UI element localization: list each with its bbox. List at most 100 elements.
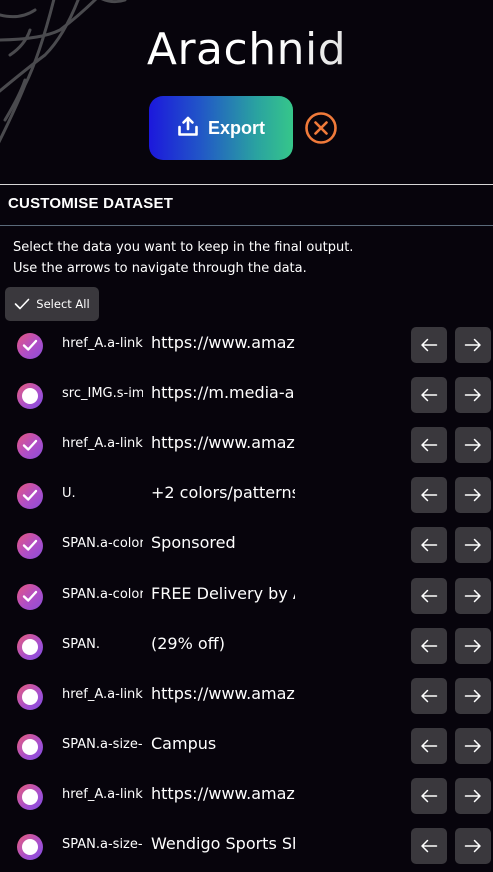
arrow-right-icon (464, 338, 482, 352)
row-checkbox[interactable] (17, 733, 43, 760)
arrow-left-icon (420, 438, 438, 452)
next-button[interactable] (455, 327, 491, 363)
row-value: https://www.amazon.com (151, 333, 295, 352)
divider (0, 184, 493, 185)
arrow-right-icon (464, 639, 482, 653)
dataset-row: SPAN.a-size-base Wendigo Sports Shoes (0, 822, 493, 872)
instruction-line-1: Select the data you want to keep in the … (13, 240, 354, 255)
row-key: SPAN.a-color-base (62, 586, 143, 602)
row-checkbox[interactable] (17, 633, 43, 660)
prev-button[interactable] (411, 577, 447, 614)
row-value: +2 colors/patterns (151, 483, 295, 503)
next-button[interactable] (455, 377, 491, 414)
prev-button[interactable] (411, 477, 447, 514)
next-button[interactable] (455, 527, 491, 564)
prev-button[interactable] (411, 727, 447, 764)
dataset-row: SPAN.a-color-base FREE Delivery by Amazon (0, 572, 493, 622)
row-value: https://www.amazon.com (151, 683, 295, 703)
row-key: SPAN.a-size-base (62, 837, 143, 852)
arrow-right-icon (464, 388, 482, 402)
arrow-left-icon (420, 639, 438, 653)
arrow-left-icon (420, 689, 438, 703)
dataset-row: SPAN.a-color-secondary Sponsored (0, 521, 493, 571)
close-button[interactable] (304, 111, 338, 145)
arrow-left-icon (420, 739, 438, 753)
row-value: (29% off) (151, 633, 225, 653)
arrow-right-icon (464, 488, 482, 502)
select-all-button[interactable]: Select All (5, 287, 99, 321)
arrow-right-icon (464, 689, 482, 703)
row-key: href_A.a-link-normal (62, 336, 143, 351)
row-key: href_A.a-link-normal (62, 686, 143, 702)
close-circle-icon (305, 112, 337, 144)
arrow-left-icon (420, 589, 438, 603)
row-checkbox[interactable] (17, 433, 43, 460)
prev-button[interactable] (411, 627, 447, 664)
section-title: CUSTOMISE DATASET (8, 195, 174, 212)
row-value: Campus (151, 733, 217, 753)
arrow-left-icon (420, 488, 438, 502)
dataset-row: src_IMG.s-image https://m.media-amazon.co… (0, 371, 493, 421)
arrow-left-icon (420, 338, 438, 352)
prev-button[interactable] (411, 677, 447, 714)
select-all-label: Select All (36, 297, 90, 311)
row-value: https://m.media-amazon.com (151, 383, 295, 403)
checkmark-icon (14, 298, 30, 310)
row-checkbox[interactable] (17, 783, 43, 810)
export-button[interactable]: Export (149, 96, 293, 160)
next-button[interactable] (455, 477, 491, 514)
next-button[interactable] (455, 627, 491, 664)
arrow-right-icon (464, 789, 482, 803)
next-button[interactable] (455, 727, 491, 764)
dataset-row: SPAN. (29% off) (0, 622, 493, 672)
next-button[interactable] (455, 777, 491, 814)
next-button[interactable] (455, 828, 491, 864)
row-key: src_IMG.s-image (62, 386, 143, 402)
row-checkbox[interactable] (17, 333, 43, 359)
prev-button[interactable] (411, 828, 447, 864)
app-title: Arachnid (0, 24, 493, 75)
prev-button[interactable] (411, 777, 447, 814)
prev-button[interactable] (411, 377, 447, 414)
row-checkbox[interactable] (17, 533, 43, 560)
divider (0, 225, 493, 226)
export-button-label: Export (207, 117, 265, 138)
arrow-left-icon (420, 538, 438, 552)
dataset-row: href_A.a-link-normal https://www.amazon.c… (0, 672, 493, 722)
row-checkbox[interactable] (17, 583, 43, 610)
spider-web-icon (0, 0, 127, 144)
row-key: href_A.a-link-normal (62, 786, 143, 802)
arrow-right-icon (464, 739, 482, 753)
arrow-right-icon (464, 438, 482, 452)
row-value: Sponsored (151, 533, 236, 553)
dataset-row: href_A.a-link-normal https://www.amazon.c… (0, 321, 493, 371)
arrow-right-icon (464, 589, 482, 603)
dataset-row: SPAN.a-size-base Campus (0, 722, 493, 772)
arrow-left-icon (420, 839, 438, 853)
row-checkbox[interactable] (17, 483, 43, 510)
instruction-line-2: Use the arrows to navigate through the d… (13, 261, 307, 276)
row-checkbox[interactable] (17, 383, 43, 410)
row-key: href_A.a-link-normal (62, 436, 143, 452)
dataset-row: href_A.a-link-normal https://www.amazon.c… (0, 772, 493, 822)
next-button[interactable] (455, 427, 491, 464)
next-button[interactable] (455, 677, 491, 714)
row-checkbox[interactable] (17, 683, 43, 710)
arrow-right-icon (464, 538, 482, 552)
row-checkbox[interactable] (17, 834, 43, 860)
row-value: FREE Delivery by Amazon (151, 583, 295, 603)
row-value: Wendigo Sports Shoes (151, 834, 295, 853)
prev-button[interactable] (411, 427, 447, 464)
arrow-left-icon (420, 789, 438, 803)
dataset-row: U. +2 colors/patterns (0, 471, 493, 521)
upload-icon (177, 115, 199, 141)
next-button[interactable] (455, 577, 491, 614)
row-value: https://www.amazon.com (151, 433, 295, 453)
row-value: https://www.amazon.com (151, 783, 295, 803)
row-key: SPAN.a-color-secondary (62, 536, 143, 552)
row-key: SPAN. (62, 636, 101, 652)
row-key: SPAN.a-size-base (62, 736, 143, 752)
row-key: U. (62, 486, 76, 502)
prev-button[interactable] (411, 327, 447, 363)
prev-button[interactable] (411, 527, 447, 564)
